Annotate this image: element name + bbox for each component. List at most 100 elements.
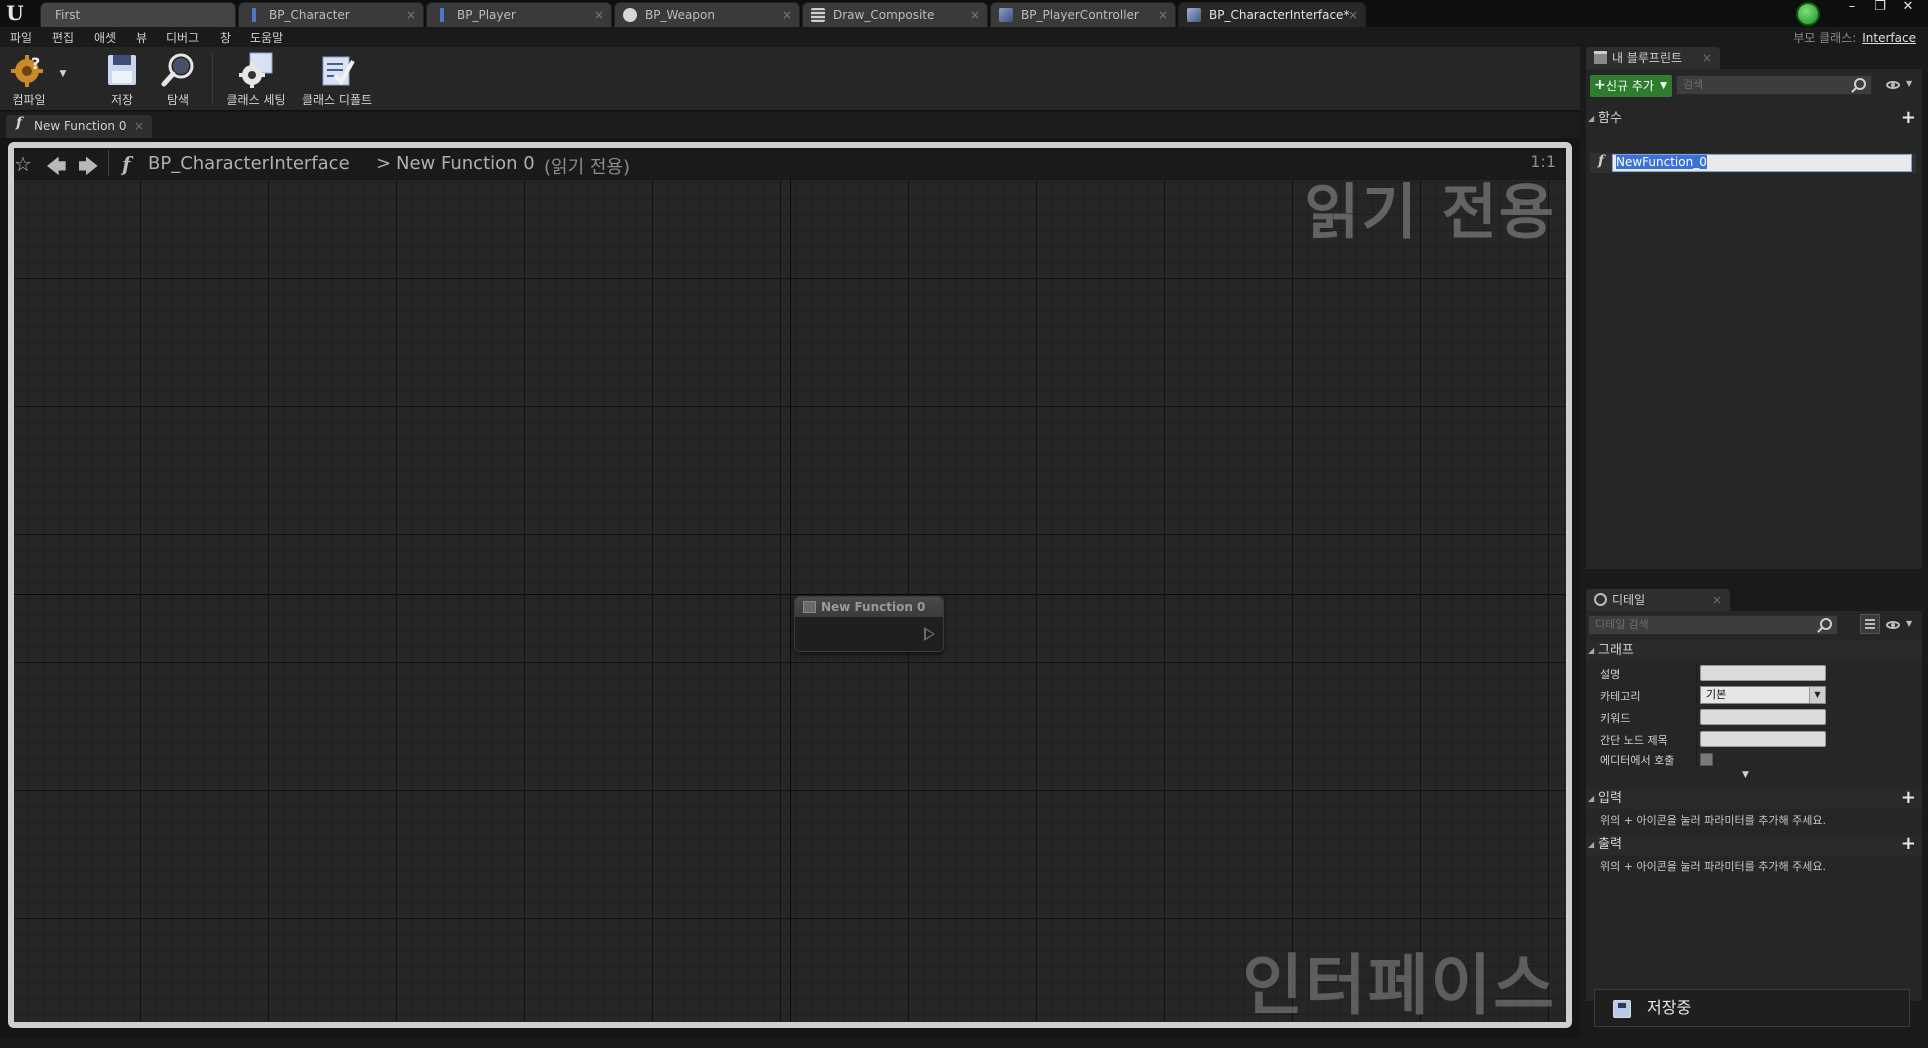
details-search-input[interactable]	[1588, 615, 1838, 635]
breadcrumb-blueprint[interactable]: BP_CharacterInterface	[148, 153, 350, 174]
column-divider	[1696, 729, 1697, 749]
blueprint-toolbar: ? 컴파일 ▼ 저장 탐색 클래스 세팅 클래스 디폴트	[0, 47, 1580, 111]
tab-new-function-0[interactable]: f New Function 0 ×	[6, 115, 152, 138]
functions-section-header[interactable]: ◢ 함수 +	[1586, 108, 1922, 129]
search-icon[interactable]	[1854, 78, 1866, 90]
close-icon[interactable]: ×	[782, 3, 792, 27]
details-tab-label: 디테일	[1612, 593, 1646, 607]
controller-icon	[999, 8, 1013, 22]
outputs-section-header[interactable]: ◢ 출력 +	[1586, 834, 1922, 855]
close-icon[interactable]: ×	[1348, 3, 1358, 27]
close-icon[interactable]: ×	[594, 3, 604, 27]
graph-editor-canvas[interactable]: ☆ 🡄 🡆 f BP_CharacterInterface > New Func…	[8, 142, 1572, 1028]
unreal-logo-icon[interactable]: U	[4, 2, 26, 24]
property-call-in-editor: 에디터에서 호출	[1586, 749, 1922, 769]
class-settings-button[interactable]: 클래스 세팅	[224, 51, 288, 109]
magnifier-icon	[161, 53, 194, 87]
checklist-icon	[322, 56, 355, 86]
add-new-button[interactable]: 신규 추가 ▼	[1590, 74, 1672, 97]
add-function-button[interactable]: +	[1901, 108, 1916, 128]
editor-tab-bar: U First BP_Character × BP_Player × BP_We…	[0, 0, 1928, 27]
chevron-down-icon[interactable]: ▼	[1906, 79, 1912, 88]
search-icon[interactable]	[1820, 618, 1832, 630]
compile-options-dropdown[interactable]: ▼	[56, 51, 70, 109]
collapse-triangle-icon: ◢	[1588, 794, 1595, 803]
description-field[interactable]	[1700, 665, 1826, 681]
eye-icon[interactable]	[1886, 621, 1900, 629]
add-output-button[interactable]: +	[1901, 834, 1916, 854]
advanced-expand-arrow-icon[interactable]: ▼	[1742, 770, 1749, 780]
collapse-triangle-icon: ◢	[1588, 840, 1595, 849]
save-disk-icon	[108, 55, 136, 85]
tab-bp-weapon[interactable]: BP_Weapon ×	[614, 2, 800, 27]
compile-button[interactable]: ? 컴파일	[6, 51, 52, 109]
chevron-down-icon: ▼	[59, 69, 67, 79]
close-icon[interactable]: ×	[1702, 47, 1712, 69]
tab-bp-character[interactable]: BP_Character ×	[238, 2, 424, 27]
close-icon[interactable]: ×	[970, 3, 980, 27]
property-compact-title: 간단 노드 제목	[1586, 729, 1922, 749]
interface-icon	[1187, 8, 1201, 22]
source-control-status-icon[interactable]	[1796, 2, 1820, 26]
menu-view[interactable]: 뷰	[136, 29, 147, 46]
property-matrix-button[interactable]	[1860, 614, 1880, 634]
function-rename-field[interactable]: NewFunction_0	[1612, 154, 1912, 172]
eye-icon[interactable]	[1886, 81, 1900, 89]
menu-debug[interactable]: 디버그	[166, 29, 199, 46]
browse-button[interactable]: 탐색	[156, 51, 200, 109]
tab-my-blueprint[interactable]: 내 블루프린트 ×	[1586, 47, 1720, 69]
menu-help[interactable]: 도움말	[250, 29, 283, 46]
read-only-tag: (읽기 전용)	[544, 157, 631, 178]
blueprint-search-input[interactable]	[1676, 75, 1872, 95]
forward-arrow-icon[interactable]: 🡆	[78, 152, 99, 186]
class-settings-label: 클래스 세팅	[226, 93, 286, 107]
tab-draw-composite[interactable]: Draw_Composite ×	[802, 2, 988, 27]
class-defaults-button[interactable]: 클래스 디폴트	[300, 51, 374, 109]
material-graph-icon	[811, 8, 825, 22]
tab-bp-player[interactable]: BP_Player ×	[426, 2, 612, 27]
function-list-item[interactable]: f NewFunction_0	[1590, 153, 1916, 173]
property-label: 에디터에서 호출	[1600, 754, 1675, 767]
property-category: 카테고리 기본 ▼	[1586, 685, 1922, 705]
back-arrow-icon[interactable]: 🡄	[46, 152, 67, 186]
graph-section-header[interactable]: ◢ 그래프	[1586, 641, 1922, 661]
breadcrumb-function[interactable]: New Function 0	[396, 153, 535, 174]
compact-title-field[interactable]	[1700, 731, 1826, 747]
menu-window[interactable]: 창	[220, 29, 231, 46]
add-input-button[interactable]: +	[1901, 788, 1916, 808]
chevron-down-icon: ▼	[1660, 81, 1667, 91]
property-label: 설명	[1600, 668, 1621, 681]
close-window-button[interactable]: ✕	[1898, 0, 1918, 16]
close-icon[interactable]: ×	[406, 3, 416, 27]
menu-asset[interactable]: 애셋	[94, 29, 116, 46]
inputs-section-header[interactable]: ◢ 입력 +	[1586, 788, 1922, 809]
tab-details[interactable]: 디테일 ×	[1586, 589, 1730, 611]
category-combo-box[interactable]: 기본 ▼	[1700, 686, 1826, 704]
parent-class-link[interactable]: Interface	[1862, 31, 1916, 45]
menu-file[interactable]: 파일	[10, 29, 32, 46]
compile-icon: ?	[11, 54, 43, 87]
star-icon[interactable]: ☆	[14, 152, 32, 176]
bottom-status-strip	[0, 1038, 1928, 1048]
keywords-field[interactable]	[1700, 709, 1826, 725]
blueprint-icon	[247, 8, 261, 22]
menu-edit[interactable]: 편집	[52, 29, 74, 46]
gear-icon	[239, 52, 273, 88]
close-icon[interactable]: ×	[134, 115, 144, 137]
minimize-button[interactable]: –	[1842, 0, 1862, 16]
blueprint-type-watermark: 인터페이스	[1242, 947, 1556, 1024]
function-entry-node[interactable]: New Function 0	[794, 596, 944, 652]
breadcrumb-divider	[108, 150, 109, 176]
close-icon[interactable]: ×	[1158, 3, 1168, 27]
close-icon[interactable]: ×	[1712, 589, 1722, 611]
graph-section-label: 그래프	[1598, 643, 1634, 658]
save-label: 저장	[110, 93, 134, 107]
chevron-down-icon[interactable]: ▼	[1906, 619, 1912, 628]
tab-first[interactable]: First	[40, 2, 236, 27]
maximize-button[interactable]: ❐	[1870, 0, 1890, 16]
tab-bp-characterinterface[interactable]: BP_CharacterInterface* ×	[1178, 2, 1366, 27]
save-button[interactable]: 저장	[102, 51, 142, 109]
call-in-editor-checkbox[interactable]	[1700, 753, 1713, 766]
tab-bp-playercontroller[interactable]: BP_PlayerController ×	[990, 2, 1176, 27]
exec-output-pin[interactable]	[924, 627, 935, 641]
